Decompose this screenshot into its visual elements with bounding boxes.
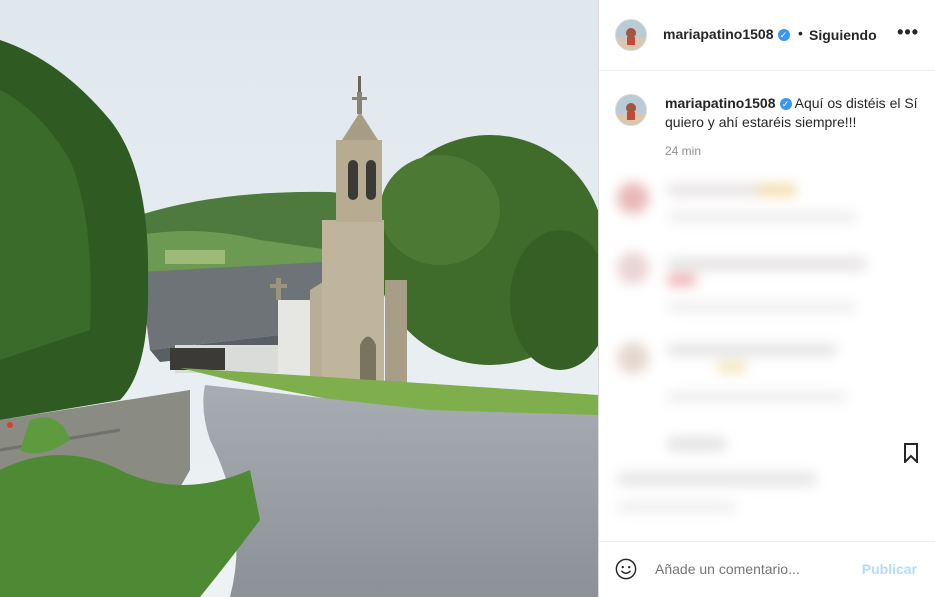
chapel-photo [0,0,598,597]
avatar[interactable] [615,19,647,51]
verified-badge-icon: ✓ [777,29,790,41]
post-timestamp[interactable]: 24 min [665,144,701,158]
avatar-image [616,20,646,50]
verified-badge-icon: ✓ [779,98,792,110]
comment-input[interactable] [655,561,845,577]
header-separator: • [798,25,803,41]
post-image[interactable] [0,0,598,597]
blurred-comments-area [607,172,935,540]
caption-avatar[interactable] [615,94,647,126]
bookmark-icon[interactable] [903,443,919,463]
caption-username[interactable]: mariapatino1508 [665,95,776,111]
publish-button[interactable]: Publicar [862,561,917,577]
post-header: mariapatino1508 ✓ • Siguiendo ••• [599,0,935,71]
post-caption: mariapatino1508 ✓ Aquí os distéis el Sí q… [665,94,925,132]
emoji-icon[interactable] [615,558,637,580]
header-username[interactable]: mariapatino1508 [663,26,774,42]
more-options-icon[interactable]: ••• [897,22,919,43]
comment-box: Publicar [599,541,935,597]
post-side-panel: mariapatino1508 ✓ • Siguiendo ••• mariapa… [598,0,935,597]
avatar-image [616,95,646,125]
header-username-group: mariapatino1508 ✓ [663,26,790,44]
following-button[interactable]: Siguiendo [809,27,877,43]
